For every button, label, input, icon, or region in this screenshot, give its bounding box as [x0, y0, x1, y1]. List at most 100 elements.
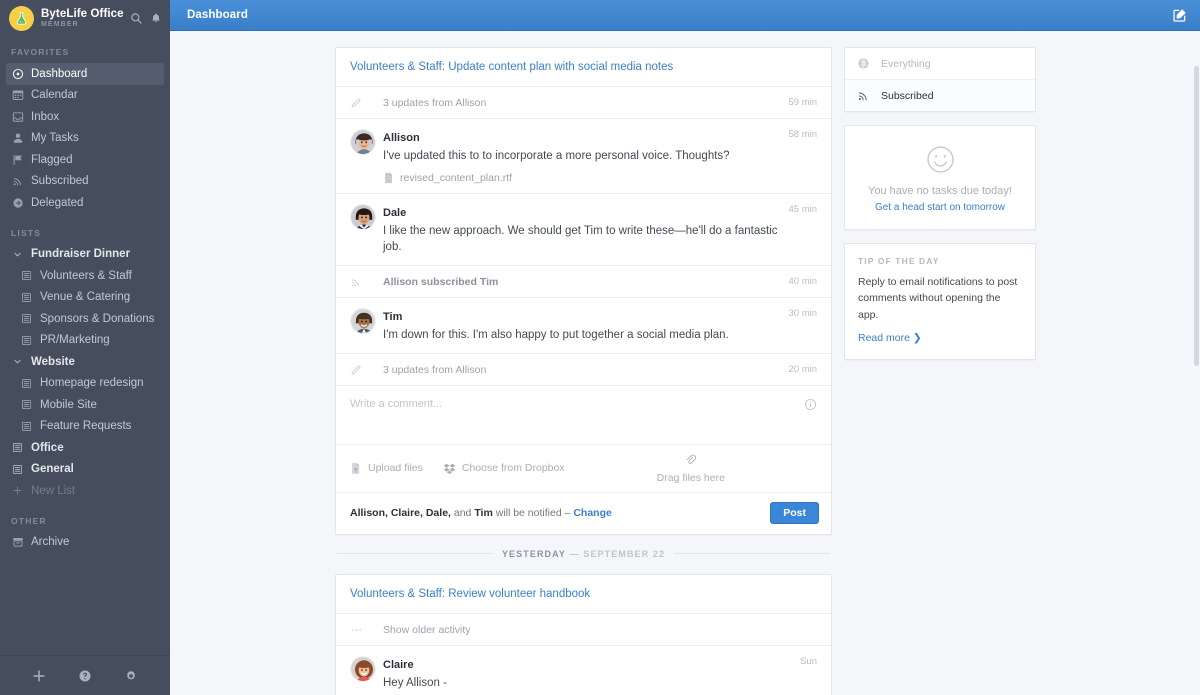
- workspace-role: MEMBER: [41, 20, 79, 28]
- upload-files-button[interactable]: Upload files: [350, 462, 423, 475]
- brand-block: ByteLife Office MEMBER: [41, 8, 124, 28]
- sidebar-item-archive[interactable]: Archive: [0, 532, 170, 554]
- comment-body: Claire Hey Allison - The handbook is don…: [383, 655, 790, 695]
- sidebar-item-label: Flagged: [31, 153, 73, 166]
- scrollbar-thumb[interactable]: [1194, 66, 1199, 366]
- sidebar-item-inbox[interactable]: Inbox: [0, 106, 170, 128]
- sidebar-item-general[interactable]: General: [0, 459, 170, 481]
- sidebar-nav: FAVORITES Dashboard Calendar Inbox My Ta…: [0, 34, 170, 655]
- calendar-icon: [11, 89, 24, 102]
- comment-body: Allison I've updated this to to incorpor…: [383, 128, 778, 184]
- allison-avatar: [350, 129, 376, 155]
- list-icon: [20, 398, 33, 411]
- sidebar-item-feature-requests[interactable]: Feature Requests: [0, 416, 170, 438]
- notify-suffix: will be notified –: [492, 506, 574, 519]
- sidebar-item-new-list[interactable]: New List: [0, 480, 170, 502]
- help-icon[interactable]: [78, 669, 92, 683]
- flag-icon: [11, 153, 24, 166]
- sidebar-item-subscribed[interactable]: Subscribed: [0, 171, 170, 193]
- pencil-icon: [350, 363, 383, 376]
- sidebar-item-office[interactable]: Office: [0, 437, 170, 459]
- plus-icon: [11, 484, 24, 497]
- change-notify-link[interactable]: Change: [573, 507, 612, 519]
- sidebar-section-lists-label: LISTS: [11, 227, 42, 238]
- comment-body: Tim I'm down for this. I'm also happy to…: [383, 307, 778, 344]
- comment-row: Allison I've updated this to to incorpor…: [336, 118, 831, 193]
- gear-icon[interactable]: [124, 669, 138, 683]
- sidebar-item-volunteers-staff[interactable]: Volunteers & Staff: [0, 265, 170, 287]
- comment-message: I've updated this to to incorporate a mo…: [383, 150, 730, 162]
- ellipsis-icon: [350, 623, 383, 636]
- choose-dropbox-label: Choose from Dropbox: [461, 462, 565, 475]
- comment-author: Dale: [383, 206, 407, 219]
- sidebar-item-flagged[interactable]: Flagged: [0, 149, 170, 171]
- head-start-link[interactable]: Get a head start on tomorrow: [857, 202, 1023, 213]
- avatar[interactable]: [350, 307, 383, 335]
- avatar[interactable]: [350, 655, 383, 682]
- sidebar-item-label: Office: [31, 441, 64, 454]
- filter-subscribed[interactable]: Subscribed: [845, 79, 1035, 111]
- choose-dropbox-button[interactable]: Choose from Dropbox: [443, 462, 565, 475]
- bell-icon[interactable]: [150, 12, 162, 25]
- sidebar-section-favorites-label: FAVORITES: [11, 47, 70, 57]
- list-icon: [20, 334, 33, 347]
- comment-timestamp: 30 min: [788, 308, 817, 320]
- sidebar-item-homepage-redesign[interactable]: Homepage redesign: [0, 373, 170, 395]
- list-icon: [11, 441, 24, 454]
- activity-row-subscribed: Allison subscribed Tim 40 min: [336, 265, 831, 297]
- filter-everything[interactable]: Everything: [845, 48, 1035, 79]
- list-icon: [20, 312, 33, 325]
- attachment-link[interactable]: revised_content_plan.rtf: [383, 172, 778, 184]
- comment-author: Allison: [383, 132, 420, 144]
- globe-icon: [857, 57, 871, 70]
- notify-last-name: Tim: [474, 506, 493, 519]
- task-card-title[interactable]: Volunteers & Staff: Review volunteer han…: [336, 575, 831, 613]
- sidebar-item-dashboard[interactable]: Dashboard: [6, 63, 164, 85]
- rss-icon: [11, 175, 24, 188]
- sidebar-item-my-tasks[interactable]: My Tasks: [0, 128, 170, 150]
- sidebar-item-venue-catering[interactable]: Venue & Catering: [0, 287, 170, 309]
- compose-icon[interactable]: [1172, 7, 1188, 23]
- notify-names: Allison, Claire, Dale,: [350, 506, 451, 519]
- comment-message: I'm down for this. I'm also happy to put…: [383, 329, 729, 342]
- tasks-empty-text: You have no tasks due today!: [868, 185, 1012, 197]
- comment-timestamp: 58 min: [788, 129, 817, 140]
- person-icon: [11, 132, 24, 145]
- tip-heading: TIP OF THE DAY: [858, 256, 940, 266]
- task-card-title[interactable]: Volunteers & Staff: Update content plan …: [336, 48, 831, 86]
- show-older-activity-row[interactable]: Show older activity: [336, 612, 831, 645]
- sidebar-item-label: Volunteers & Staff: [40, 269, 132, 282]
- rss-icon: [350, 275, 383, 288]
- tip-block: TIP OF THE DAY Reply to email notificati…: [845, 244, 1035, 359]
- sidebar-item-calendar[interactable]: Calendar: [0, 85, 170, 107]
- comment-input[interactable]: Write a comment...: [336, 384, 831, 444]
- workspace-logo-flask-icon[interactable]: [9, 5, 34, 31]
- info-icon[interactable]: [804, 398, 817, 411]
- sidebar-item-pr-marketing[interactable]: PR/Marketing: [0, 330, 170, 352]
- sidebar-group-fundraiser-dinner[interactable]: Fundraiser Dinner: [0, 244, 170, 266]
- sidebar-item-label: Homepage redesign: [40, 377, 144, 390]
- notify-text: Allison, Claire, Dale, and Tim will be n…: [350, 507, 612, 519]
- composer-footer: Allison, Claire, Dale, and Tim will be n…: [336, 491, 831, 534]
- read-more-link[interactable]: Read more ❯: [858, 332, 922, 344]
- post-button[interactable]: Post: [770, 501, 819, 524]
- plus-icon[interactable]: [32, 669, 46, 683]
- drag-files-hint: Drag files here: [565, 453, 817, 484]
- avatar[interactable]: [350, 203, 383, 230]
- archive-icon: [11, 536, 24, 549]
- sidebar-group-website[interactable]: Website: [0, 351, 170, 373]
- sidebar-item-mobile-site[interactable]: Mobile Site: [0, 394, 170, 416]
- sidebar-item-label: Dashboard: [31, 67, 88, 80]
- activity-timestamp: 20 min: [788, 363, 817, 375]
- comment-row: Claire Hey Allison - The handbook is don…: [336, 644, 831, 695]
- content-scrollbar[interactable]: [1194, 63, 1199, 695]
- avatar[interactable]: [350, 128, 383, 155]
- sidebar-item-sponsors-donations[interactable]: Sponsors & Donations: [0, 308, 170, 330]
- sidebar-item-label: Venue & Catering: [40, 291, 131, 304]
- sidebar-item-delegated[interactable]: Delegated: [0, 192, 170, 214]
- sidebar-item-label: New List: [31, 484, 76, 497]
- smiley-icon: [857, 143, 1023, 176]
- claire-avatar: [350, 655, 376, 682]
- sidebar-item-label: Delegated: [31, 196, 84, 209]
- search-icon[interactable]: [130, 12, 143, 25]
